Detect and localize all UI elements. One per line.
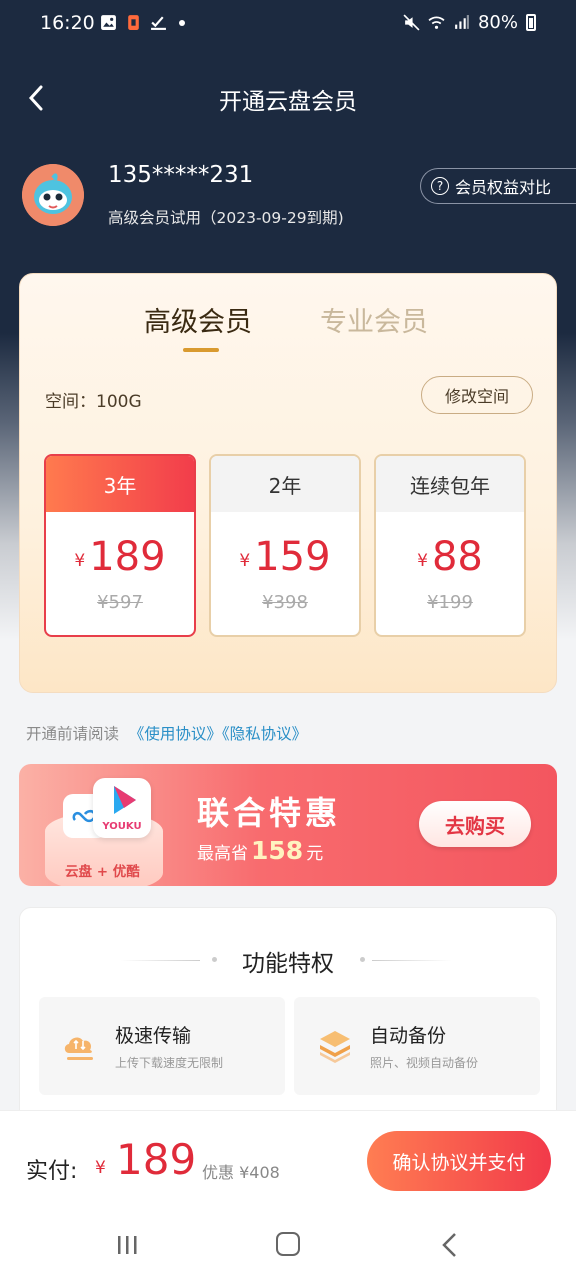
plan-original-price: ¥199 (427, 592, 473, 613)
task-check-icon (151, 16, 166, 30)
status-bar: 16:20 80% (0, 0, 576, 48)
app-notification-icon (128, 15, 139, 30)
promo-sub-prefix: 最高省 (197, 844, 248, 864)
plan-original-price: ¥597 (97, 592, 143, 613)
home-icon[interactable] (276, 1232, 300, 1256)
notification-icons (100, 14, 185, 31)
user-phone: 135*****231 (108, 162, 254, 188)
promo-subtitle: 最高省 158 元 (197, 836, 323, 865)
plan-name: 连续包年 (376, 456, 524, 512)
plan-price-value: 88 (431, 534, 483, 580)
feature-name: 自动备份 (370, 1025, 447, 1047)
membership-status: 高级会员试用（2023-09-29到期) (108, 209, 344, 227)
agreement-notice: 开通前请阅读 《使用协议》《隐私协议》 (26, 722, 307, 744)
pay-discount: 优惠 ¥408 (202, 1163, 280, 1182)
youku-logo-icon: YOUKU (93, 778, 151, 838)
title-dot-right (360, 957, 365, 962)
feature-desc: 照片、视频自动备份 (370, 1056, 479, 1070)
privacy-link[interactable]: 《隐私协议》 (222, 725, 307, 743)
question-icon: ? (431, 177, 449, 195)
confirm-pay-button[interactable]: 确认协议并支付 (367, 1131, 551, 1191)
promo-save-amount: 158 (251, 836, 304, 865)
avatar (22, 164, 84, 226)
signal-icon (455, 15, 469, 29)
promo-title: 联合特惠 (197, 794, 342, 832)
plan-price: ¥88 (376, 534, 524, 580)
page-header: 开通云盘会员 (0, 66, 576, 130)
battery-percent: 80% (477, 12, 518, 33)
modify-space-button[interactable]: 修改空间 (421, 376, 533, 414)
feature-auto-backup[interactable]: 自动备份 照片、视频自动备份 (294, 997, 540, 1095)
system-status: 80% (403, 12, 536, 33)
currency-symbol: ¥ (239, 551, 251, 571)
more-notifications-dot (179, 19, 185, 26)
benefits-compare-button[interactable]: ? 会员权益对比 (420, 168, 576, 204)
pay-amount: 189 (116, 1135, 197, 1184)
currency-symbol: ¥ (74, 551, 86, 571)
benefits-compare-label: 会员权益对比 (455, 178, 552, 197)
go-buy-button[interactable]: 去购买 (419, 801, 531, 847)
cloud-transfer-icon (64, 1037, 93, 1060)
feature-fast-transfer[interactable]: 极速传输 上传下载速度无限制 (39, 997, 285, 1095)
plan-option-auto-renew[interactable]: 连续包年 ¥88 ¥199 (374, 454, 526, 637)
battery-icon (526, 14, 536, 31)
membership-card: 高级会员 专业会员 空间：100G 修改空间 3年 ¥189 ¥597 2年 ¥… (19, 273, 557, 693)
system-nav-bar (0, 1210, 576, 1280)
tab-premium[interactable]: 高级会员 (144, 300, 252, 339)
plan-price-value: 159 (254, 534, 331, 580)
terms-link[interactable]: 《使用协议》 (129, 725, 222, 743)
page-title: 开通云盘会员 (219, 89, 357, 115)
plan-price: ¥159 (211, 534, 359, 580)
joint-offer-banner[interactable]: 云盘 + 优酷 YOUKU 联合特惠 最高省 158 元 去购买 (19, 764, 557, 886)
pay-label: 实付: (26, 1159, 78, 1184)
back-nav-icon[interactable] (440, 1232, 460, 1258)
gallery-icon (101, 15, 116, 30)
status-time: 16:20 (40, 12, 95, 34)
features-title: 功能特权 (242, 951, 334, 977)
plan-price-value: 189 (89, 534, 166, 580)
promo-sub-suffix: 元 (306, 844, 324, 864)
pay-currency: ¥ (95, 1158, 106, 1178)
plan-name: 2年 (211, 456, 359, 512)
feature-name: 极速传输 (115, 1025, 192, 1047)
active-tab-indicator (183, 348, 219, 352)
plan-price: ¥189 (46, 534, 194, 580)
layers-backup-icon (320, 1031, 350, 1063)
wifi-icon (428, 16, 445, 29)
storage-space-label: 空间：100G (45, 392, 142, 412)
youku-logo-text: YOUKU (102, 821, 142, 832)
agreement-prefix: 开通前请阅读 (26, 725, 120, 743)
tab-professional[interactable]: 专业会员 (320, 300, 428, 339)
plan-original-price: ¥398 (262, 592, 308, 613)
plan-option-2year[interactable]: 2年 ¥159 ¥398 (209, 454, 361, 637)
mute-icon (403, 14, 420, 31)
mascot-avatar-icon (22, 164, 84, 226)
payment-bar: 实付: ¥ 189 优惠 ¥408 确认协议并支付 (0, 1110, 576, 1210)
feature-desc: 上传下载速度无限制 (115, 1056, 224, 1070)
plan-name: 3年 (46, 456, 194, 512)
currency-symbol: ¥ (417, 551, 428, 571)
plan-option-3year[interactable]: 3年 ¥189 ¥597 (44, 454, 196, 637)
recents-icon[interactable] (116, 1234, 138, 1256)
title-divider-right (372, 960, 452, 961)
podium-text: 云盘 + 优酷 (65, 864, 140, 880)
